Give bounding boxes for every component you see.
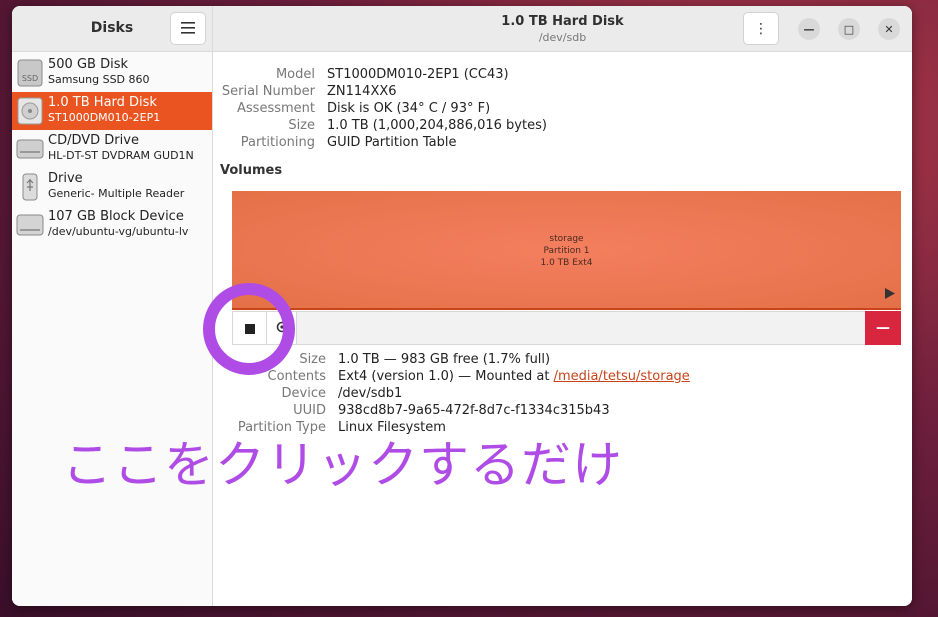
vol-row-uuid: UUID 938cd8b7-9a65-472f-8d7c-f1334c315b43 — [213, 402, 690, 419]
partition-name: storage — [549, 234, 584, 244]
disk-name: Drive — [48, 171, 83, 186]
partition-label: storage Partition 1 1.0 TB Ext4 — [232, 233, 901, 269]
vol-row-device: Device/dev/sdb1 — [213, 385, 690, 402]
delete-partition-button[interactable]: — — [865, 311, 901, 345]
partition-desc: 1.0 TB Ext4 — [540, 258, 593, 268]
play-icon — [885, 284, 895, 303]
maximize-button[interactable]: □ — [838, 18, 860, 40]
drive-options-button[interactable]: ⋮ — [743, 12, 779, 45]
volume-toolbar: — — [232, 311, 901, 345]
drive-info: Model ST1000DM010-2EP1 (CC43) Serial Numb… — [213, 66, 547, 151]
info-row-serial: Serial Number ZN114XX6 — [213, 83, 547, 100]
partition-block[interactable]: storage Partition 1 1.0 TB Ext4 — [232, 191, 901, 310]
info-value: ST1000DM010-2EP1 (CC43) — [327, 67, 509, 82]
close-icon: ✕ — [884, 22, 894, 36]
volumes-heading: Volumes — [220, 163, 283, 178]
main-header: 1.0 TB Hard Disk /dev/sdb ⋮ — □ ✕ — [213, 6, 912, 52]
info-row-size: Size 1.0 TB (1,000,204,886,016 bytes) — [213, 117, 547, 134]
maximize-icon: □ — [843, 22, 855, 36]
sidebar-header: Disks — [12, 6, 212, 52]
disk-subtitle: ST1000DM010-2EP1 — [48, 111, 161, 124]
optical-drive-icon — [16, 134, 44, 164]
info-label: Model — [275, 67, 315, 82]
kebab-icon: ⋮ — [754, 20, 768, 37]
disk-item-block-device[interactable]: 107 GB Block Device /dev/ubuntu-vg/ubunt… — [12, 206, 212, 244]
disk-item-drive[interactable]: Drive Generic- Multiple Reader — [12, 168, 212, 206]
info-value: 1.0 TB (1,000,204,886,016 bytes) — [327, 118, 547, 133]
hamburger-icon — [181, 20, 195, 38]
disk-subtitle: Generic- Multiple Reader — [48, 187, 185, 200]
disk-subtitle: HL-DT-ST DVDRAM GUD1N — [48, 149, 194, 162]
main-panel: 1.0 TB Hard Disk /dev/sdb ⋮ — □ ✕ Model S… — [213, 6, 912, 606]
disk-name: 500 GB Disk — [48, 57, 128, 72]
block-device-icon — [16, 210, 44, 240]
disk-name: CD/DVD Drive — [48, 133, 139, 148]
disks-window: Disks SSD 500 GB Disk Samsung SSD 860 1.… — [12, 6, 912, 606]
info-row-model: Model ST1000DM010-2EP1 (CC43) — [213, 66, 547, 83]
vol-row-contents: Contents Ext4 (version 1.0) — Mounted at … — [213, 368, 690, 385]
info-row-assessment: Assessment Disk is OK (34° C / 93° F) — [213, 100, 547, 117]
disk-list: SSD 500 GB Disk Samsung SSD 860 1.0 TB H… — [12, 54, 212, 244]
highlight-ring — [203, 283, 295, 375]
sidebar: Disks SSD 500 GB Disk Samsung SSD 860 1.… — [12, 6, 213, 606]
vol-value: Ext4 (version 1.0) — Mounted at — [338, 369, 554, 384]
partition-number: Partition 1 — [543, 246, 590, 256]
info-label: Partitioning — [240, 135, 315, 150]
vol-value: 1.0 TB — 983 GB free (1.7% full) — [338, 352, 551, 367]
info-label: Serial Number — [221, 84, 315, 99]
usb-drive-icon — [16, 172, 44, 202]
annotation-text: ここをクリックするだけ — [62, 436, 623, 494]
disk-item-500gb[interactable]: SSD 500 GB Disk Samsung SSD 860 — [12, 54, 212, 92]
vol-label: UUID — [293, 403, 326, 418]
close-button[interactable]: ✕ — [878, 18, 900, 40]
vol-value: /dev/sdb1 — [338, 386, 403, 401]
svg-text:SSD: SSD — [22, 74, 38, 83]
disk-item-cd-dvd[interactable]: CD/DVD Drive HL-DT-ST DVDRAM GUD1N — [12, 130, 212, 168]
disk-name: 1.0 TB Hard Disk — [48, 95, 157, 110]
minimize-icon: — — [803, 22, 815, 36]
disk-name: 107 GB Block Device — [48, 209, 184, 224]
ssd-icon: SSD — [16, 58, 44, 88]
main-menu-button[interactable] — [170, 12, 206, 45]
disk-subtitle: Samsung SSD 860 — [48, 73, 150, 86]
info-label: Size — [288, 118, 315, 133]
vol-value: 938cd8b7-9a65-472f-8d7c-f1334c315b43 — [338, 403, 610, 418]
info-label: Assessment — [237, 101, 315, 116]
info-value: ZN114XX6 — [327, 84, 397, 99]
disk-item-1tb[interactable]: 1.0 TB Hard Disk ST1000DM010-2EP1 — [12, 92, 212, 130]
info-value: GUID Partition Table — [327, 135, 457, 150]
mount-point-link[interactable]: /media/tetsu/storage — [554, 369, 690, 384]
info-row-partitioning: Partitioning GUID Partition Table — [213, 134, 547, 151]
minus-icon: — — [876, 320, 890, 336]
hard-disk-icon — [16, 96, 44, 126]
info-value: Disk is OK (34° C / 93° F) — [327, 101, 491, 116]
volume-info: Size 1.0 TB — 983 GB free (1.7% full) Con… — [213, 351, 690, 436]
disk-subtitle: /dev/ubuntu-vg/ubuntu-lv — [48, 225, 189, 238]
minimize-button[interactable]: — — [798, 18, 820, 40]
vol-label: Device — [281, 386, 326, 401]
